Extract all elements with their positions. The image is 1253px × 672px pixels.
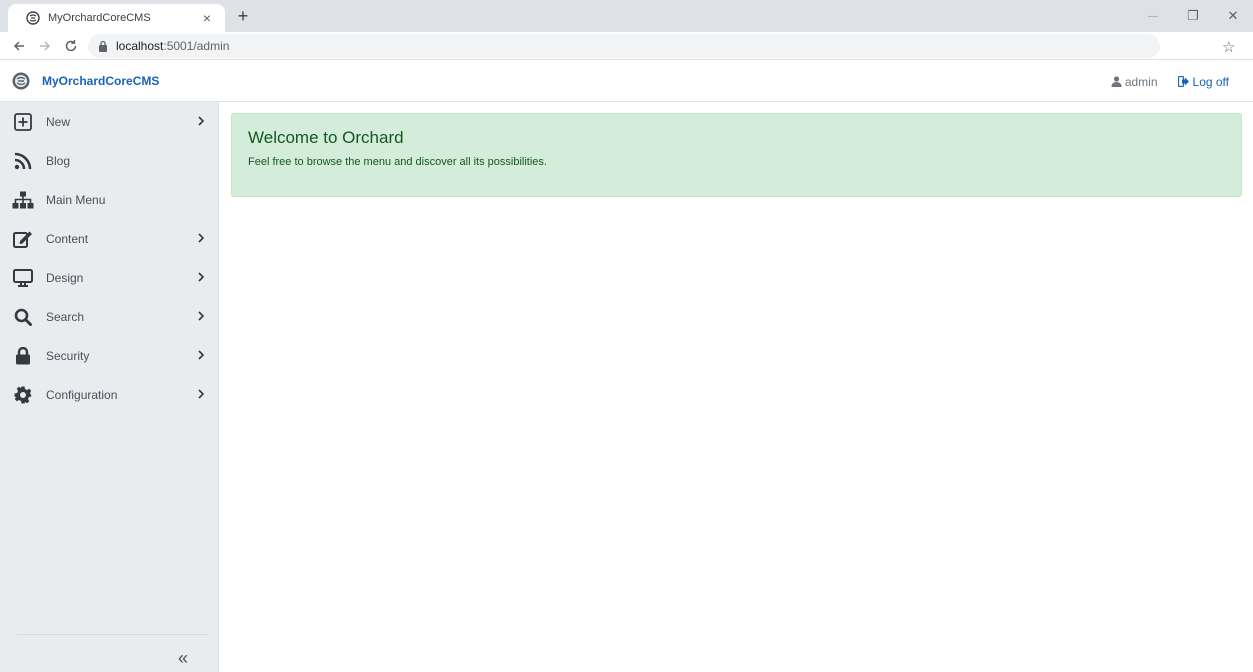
sidebar-item-security[interactable]: Security — [0, 336, 218, 375]
restore-button[interactable]: ❐ — [1173, 0, 1213, 32]
browser-toolbar: localhost:5001/admin ☆ 1 O ⋮ — [0, 32, 1253, 88]
tab-title: MyOrchardCoreCMS — [48, 12, 151, 24]
chevron-right-icon — [198, 311, 205, 321]
rss-icon — [12, 151, 34, 171]
lock-icon — [99, 40, 107, 52]
sign-out-icon — [1177, 76, 1189, 87]
logoff-link[interactable]: Log off — [1177, 74, 1229, 89]
new-tab-button[interactable]: + — [232, 6, 254, 28]
welcome-title: Welcome to Orchard — [248, 128, 404, 147]
sidebar-item-new[interactable]: New — [0, 102, 218, 141]
tab-close-icon[interactable]: × — [199, 10, 215, 26]
sidebar-item-label: Configuration — [46, 387, 118, 402]
arrow-right-icon — [40, 40, 51, 51]
logoff-label: Log off — [1192, 74, 1229, 89]
browser-tab[interactable]: MyOrchardCoreCMS × — [8, 4, 225, 32]
sidebar-item-design[interactable]: Design — [0, 258, 218, 297]
bookmark-star-icon[interactable]: ☆ — [1222, 38, 1235, 56]
chevron-right-icon — [198, 233, 205, 243]
cog-icon — [12, 385, 34, 405]
lock-icon — [12, 346, 34, 366]
app-navbar: MyOrchardCoreCMS admin Log off — [0, 61, 1253, 102]
plus-square-icon — [12, 112, 34, 132]
admin-sidebar: New Blog Main Menu Content Design Search — [0, 102, 219, 672]
sidebar-item-label: Content — [46, 231, 89, 246]
forward-button[interactable] — [32, 34, 58, 58]
arrow-left-icon — [13, 40, 24, 51]
reload-icon — [65, 39, 77, 51]
sidebar-item-search[interactable]: Search — [0, 297, 218, 336]
back-button[interactable] — [6, 34, 32, 58]
sidebar-item-label: Blog — [46, 153, 71, 168]
browser-tabstrip: MyOrchardCoreCMS × + — ❐ ✕ — [0, 0, 1253, 32]
sidebar-item-blog[interactable]: Blog — [0, 141, 218, 180]
minimize-icon: — — [1148, 10, 1158, 22]
close-window-button[interactable]: ✕ — [1213, 0, 1253, 32]
chevron-right-icon — [198, 350, 205, 360]
search-icon — [12, 307, 34, 327]
close-icon: ✕ — [1227, 8, 1239, 23]
navbar-right: admin Log off — [1111, 61, 1229, 102]
url-host: localhost — [116, 39, 164, 53]
desktop-icon — [12, 268, 34, 288]
edit-icon — [12, 229, 34, 249]
minimize-button[interactable]: — — [1133, 0, 1173, 32]
sidebar-item-main-menu[interactable]: Main Menu — [0, 180, 218, 219]
sidebar-item-content[interactable]: Content — [0, 219, 218, 258]
address-bar[interactable]: localhost:5001/admin ☆ — [88, 34, 1235, 58]
sidebar-item-configuration[interactable]: Configuration — [0, 375, 218, 414]
sidebar-divider — [17, 634, 208, 635]
sidebar-item-label: Security — [46, 348, 90, 363]
sidebar-item-label: Design — [46, 270, 84, 285]
orchard-logo-icon — [12, 72, 30, 90]
restore-icon: ❐ — [1187, 8, 1199, 23]
welcome-text: Feel free to browse the menu and discove… — [248, 156, 547, 168]
window-controls: — ❐ ✕ — [1133, 0, 1253, 32]
user-menu[interactable]: admin — [1111, 75, 1158, 89]
welcome-alert: Welcome to Orchard Feel free to browse t… — [231, 113, 1242, 197]
reload-button[interactable] — [58, 34, 84, 58]
sidebar-item-label: Main Menu — [46, 192, 106, 207]
chevron-right-icon — [198, 389, 205, 399]
collapse-sidebar-icon[interactable]: « — [178, 648, 188, 669]
brand-name: MyOrchardCoreCMS — [42, 74, 160, 88]
chevron-right-icon — [198, 116, 205, 126]
sidebar-item-label: New — [46, 114, 71, 129]
orchard-favicon-icon — [26, 11, 40, 25]
url-path: :5001/admin — [163, 39, 230, 53]
sidebar-item-label: Search — [46, 309, 85, 324]
chevron-right-icon — [198, 272, 205, 282]
user-name: admin — [1124, 74, 1158, 89]
sitemap-icon — [12, 190, 34, 210]
user-icon — [1111, 76, 1122, 87]
brand-link[interactable]: MyOrchardCoreCMS — [0, 72, 159, 90]
